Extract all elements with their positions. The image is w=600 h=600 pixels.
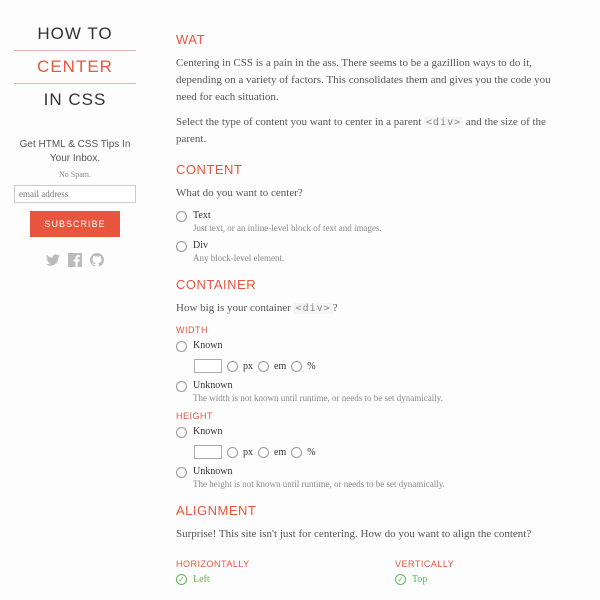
option-div[interactable]: Div Any block-level element. (176, 240, 574, 263)
option-top[interactable]: ✓ Top (395, 574, 574, 585)
radio-icon[interactable] (227, 361, 238, 372)
wat-intro: Centering in CSS is a pain in the ass. T… (176, 55, 574, 106)
code-div: <div> (424, 117, 463, 128)
radio-icon[interactable] (258, 447, 269, 458)
height-heading: HEIGHT (176, 411, 574, 421)
option-height-known[interactable]: Known (176, 426, 574, 438)
option-width-unknown[interactable]: Unknown The width is not known until run… (176, 380, 574, 403)
radio-icon[interactable] (227, 447, 238, 458)
content-heading: CONTENT (176, 162, 574, 177)
option-label: Unknown (193, 380, 443, 391)
email-field[interactable] (14, 185, 136, 203)
radio-icon[interactable] (176, 427, 187, 438)
nospam-text: No Spam. (14, 170, 136, 179)
check-icon[interactable]: ✓ (395, 574, 406, 585)
option-hint: The height is not known until runtime, o… (193, 479, 445, 489)
option-label: Known (193, 340, 222, 351)
option-label: Known (193, 426, 222, 437)
subscribe-button[interactable]: SUBSCRIBE (30, 211, 119, 237)
container-heading: CONTAINER (176, 277, 574, 292)
option-text[interactable]: Text Just text, or an inline-level block… (176, 210, 574, 233)
radio-icon[interactable] (176, 211, 187, 222)
height-input[interactable] (194, 445, 222, 459)
github-icon[interactable] (90, 253, 104, 270)
vertical-column: VERTICALLY ✓ Top (395, 551, 574, 592)
alignment-intro: Surprise! This site isn't just for cente… (176, 526, 574, 543)
width-units: px em % (194, 359, 574, 373)
width-heading: WIDTH (176, 325, 574, 335)
option-height-unknown[interactable]: Unknown The height is not known until ru… (176, 466, 574, 489)
unit-em: em (274, 447, 286, 458)
code-div: <div> (294, 303, 333, 314)
wat-heading: WAT (176, 32, 574, 47)
tips-text: Get HTML & CSS Tips In Your Inbox. (14, 138, 136, 166)
wat-instruction: Select the type of content you want to c… (176, 114, 574, 148)
unit-px: px (243, 361, 253, 372)
option-hint: Any block-level element. (193, 253, 284, 263)
option-width-known[interactable]: Known (176, 340, 574, 352)
check-icon[interactable]: ✓ (176, 574, 187, 585)
option-label: Top (412, 574, 427, 585)
logo-line-2: CENTER (14, 50, 136, 84)
unit-px: px (243, 447, 253, 458)
twitter-icon[interactable] (46, 253, 60, 270)
option-label: Left (193, 574, 210, 585)
container-question: How big is your container <div>? (176, 300, 574, 317)
social-links (14, 253, 136, 270)
vertical-heading: VERTICALLY (395, 559, 574, 569)
radio-icon[interactable] (291, 361, 302, 372)
option-label: Text (193, 210, 382, 221)
main-content: WAT Centering in CSS is a pain in the as… (150, 0, 600, 592)
radio-icon[interactable] (176, 381, 187, 392)
radio-icon[interactable] (176, 341, 187, 352)
site-logo: HOW TO CENTER IN CSS (14, 18, 136, 116)
unit-em: em (274, 361, 286, 372)
radio-icon[interactable] (176, 467, 187, 478)
facebook-icon[interactable] (68, 253, 82, 270)
sidebar: HOW TO CENTER IN CSS Get HTML & CSS Tips… (0, 0, 150, 592)
logo-line-1: HOW TO (14, 18, 136, 50)
horizontal-column: HORIZONTALLY ✓ Left (176, 551, 355, 592)
horizontal-heading: HORIZONTALLY (176, 559, 355, 569)
option-label: Unknown (193, 466, 445, 477)
unit-pct: % (307, 447, 315, 458)
radio-icon[interactable] (176, 241, 187, 252)
logo-line-3: IN CSS (14, 84, 136, 116)
radio-icon[interactable] (258, 361, 269, 372)
width-input[interactable] (194, 359, 222, 373)
alignment-heading: ALIGNMENT (176, 503, 574, 518)
option-left[interactable]: ✓ Left (176, 574, 355, 585)
option-label: Div (193, 240, 284, 251)
content-question: What do you want to center? (176, 185, 574, 202)
option-hint: The width is not known until runtime, or… (193, 393, 443, 403)
radio-icon[interactable] (291, 447, 302, 458)
unit-pct: % (307, 361, 315, 372)
height-units: px em % (194, 445, 574, 459)
option-hint: Just text, or an inline-level block of t… (193, 223, 382, 233)
